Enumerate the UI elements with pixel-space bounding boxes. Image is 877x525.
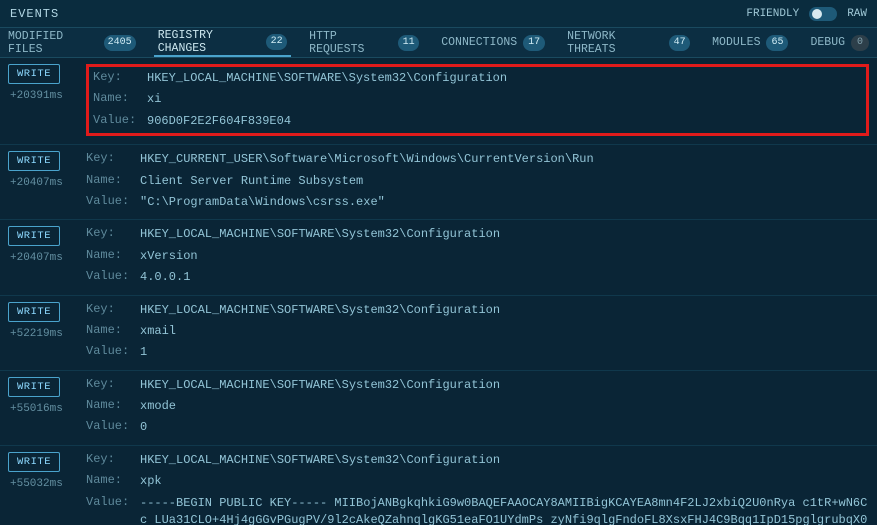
row-meta: WRITE +55016ms <box>8 377 80 437</box>
view-toggle-group: FRIENDLY RAW <box>746 7 867 21</box>
registry-event-row: WRITE +20391ms Key:HKEY_LOCAL_MACHINE\SOFT… <box>0 58 877 145</box>
tab-count-badge: 2405 <box>104 35 136 51</box>
value-label: Value: <box>86 495 136 525</box>
row-details: Key:HKEY_LOCAL_MACHINE\SOFTWARE\System32… <box>86 226 869 286</box>
timestamp: +55032ms <box>8 478 63 490</box>
row-details: Key:HKEY_LOCAL_MACHINE\SOFTWARE\System32… <box>86 64 869 136</box>
registry-event-row: WRITE +55016ms Key:HKEY_LOCAL_MACHINE\SOFT… <box>0 371 877 446</box>
toggle-knob <box>812 9 822 19</box>
registry-key-value: HKEY_CURRENT_USER\Software\Microsoft\Win… <box>140 151 869 168</box>
panel-header: EVENTS FRIENDLY RAW <box>0 0 877 28</box>
tab-label: MODIFIED FILES <box>8 30 98 56</box>
registry-name-value: xVersion <box>140 248 869 265</box>
registry-value-value: 1 <box>140 344 869 361</box>
key-label: Key: <box>86 302 136 319</box>
registry-key-value: HKEY_LOCAL_MACHINE\SOFTWARE\System32\Con… <box>147 70 862 87</box>
registry-value-value: -----BEGIN PUBLIC KEY----- MIIBojANBgkqh… <box>140 495 869 525</box>
event-list[interactable]: WRITE+20391msKey:HKEY_LOCAL_MACHINE\SOFT… <box>0 58 877 525</box>
tab-count-badge: 11 <box>398 35 419 51</box>
value-label: Value: <box>86 344 136 361</box>
tab-bar: MODIFIED FILES 2405 REGISTRY CHANGES 22 HTTP… <box>0 28 877 58</box>
operation-badge[interactable]: WRITE <box>8 151 60 171</box>
tab-debug[interactable]: DEBUG 0 <box>806 28 873 57</box>
tab-network-threats[interactable]: NETWORK THREATS 47 <box>563 28 694 57</box>
tab-label: HTTP REQUESTS <box>309 30 392 56</box>
view-raw-label[interactable]: RAW <box>847 8 867 20</box>
row-details: Key:HKEY_LOCAL_MACHINE\SOFTWARE\System32… <box>86 452 869 525</box>
row-details: Key:HKEY_LOCAL_MACHINE\SOFTWARE\System32… <box>86 302 869 362</box>
tab-count-badge: 17 <box>523 35 545 51</box>
registry-key-value: HKEY_LOCAL_MACHINE\SOFTWARE\System32\Con… <box>140 377 869 394</box>
timestamp: +20391ms <box>8 90 63 102</box>
registry-key-value: HKEY_LOCAL_MACHINE\SOFTWARE\System32\Con… <box>140 302 869 319</box>
registry-value-value: 4.0.0.1 <box>140 269 869 286</box>
registry-event-row: WRITE +20407ms Key:HKEY_CURRENT_USER\Softw… <box>0 145 877 220</box>
row-meta: WRITE +52219ms <box>8 302 80 362</box>
row-meta: WRITE +20407ms <box>8 226 80 286</box>
timestamp: +55016ms <box>8 403 63 415</box>
value-label: Value: <box>93 113 143 130</box>
registry-name-value: xi <box>147 91 862 108</box>
tab-label: NETWORK THREATS <box>567 30 663 56</box>
registry-name-value: Client Server Runtime Subsystem <box>140 173 869 190</box>
tab-count-badge: 0 <box>851 35 869 51</box>
row-meta: WRITE +55032ms <box>8 452 80 525</box>
operation-badge[interactable]: WRITE <box>8 377 60 397</box>
row-details: Key:HKEY_LOCAL_MACHINE\SOFTWARE\System32… <box>86 377 869 437</box>
timestamp: +52219ms <box>8 328 63 340</box>
tab-modules[interactable]: MODULES 65 <box>708 28 792 57</box>
registry-event-row: WRITE +52219ms Key:HKEY_LOCAL_MACHINE\SOFT… <box>0 296 877 371</box>
value-label: Value: <box>86 419 136 436</box>
tab-count-badge: 65 <box>766 35 788 51</box>
name-label: Name: <box>86 248 136 265</box>
tab-modified-files[interactable]: MODIFIED FILES 2405 <box>4 28 140 57</box>
registry-event-row: WRITE +20407ms Key:HKEY_LOCAL_MACHINE\SOFT… <box>0 220 877 295</box>
registry-event-row: WRITE +55032ms Key:HKEY_LOCAL_MACHINE\SOFT… <box>0 446 877 525</box>
panel-title: EVENTS <box>10 7 59 21</box>
tab-registry-changes[interactable]: REGISTRY CHANGES 22 <box>154 28 291 57</box>
operation-badge[interactable]: WRITE <box>8 64 60 84</box>
name-label: Name: <box>86 173 136 190</box>
name-label: Name: <box>86 398 136 415</box>
registry-name-value: xmode <box>140 398 869 415</box>
key-label: Key: <box>93 70 143 87</box>
registry-value-value: 0 <box>140 419 869 436</box>
key-label: Key: <box>86 151 136 168</box>
registry-key-value: HKEY_LOCAL_MACHINE\SOFTWARE\System32\Con… <box>140 226 869 243</box>
registry-name-value: xmail <box>140 323 869 340</box>
tab-count-badge: 47 <box>669 35 690 51</box>
key-label: Key: <box>86 377 136 394</box>
timestamp: +20407ms <box>8 177 63 189</box>
registry-key-value: HKEY_LOCAL_MACHINE\SOFTWARE\System32\Con… <box>140 452 869 469</box>
value-label: Value: <box>86 194 136 211</box>
registry-value-value: 906D0F2E2F604F839E04 <box>147 113 862 130</box>
name-label: Name: <box>93 91 143 108</box>
name-label: Name: <box>86 473 136 490</box>
value-label: Value: <box>86 269 136 286</box>
tab-label: DEBUG <box>810 36 845 49</box>
registry-name-value: xpk <box>140 473 869 490</box>
view-friendly-label[interactable]: FRIENDLY <box>746 8 799 20</box>
tab-label: MODULES <box>712 36 760 49</box>
key-label: Key: <box>86 226 136 243</box>
row-details: Key:HKEY_CURRENT_USER\Software\Microsoft… <box>86 151 869 211</box>
tab-label: REGISTRY CHANGES <box>158 29 260 55</box>
timestamp: +20407ms <box>8 252 63 264</box>
key-label: Key: <box>86 452 136 469</box>
tab-connections[interactable]: CONNECTIONS 17 <box>437 28 549 57</box>
row-meta: WRITE +20407ms <box>8 151 80 211</box>
tab-http-requests[interactable]: HTTP REQUESTS 11 <box>305 28 423 57</box>
registry-value-value: "C:\ProgramData\Windows\csrss.exe" <box>140 194 869 211</box>
tab-label: CONNECTIONS <box>441 36 517 49</box>
tab-count-badge: 22 <box>266 34 287 50</box>
operation-badge[interactable]: WRITE <box>8 452 60 472</box>
operation-badge[interactable]: WRITE <box>8 226 60 246</box>
row-meta: WRITE +20391ms <box>8 64 80 136</box>
operation-badge[interactable]: WRITE <box>8 302 60 322</box>
name-label: Name: <box>86 323 136 340</box>
view-toggle[interactable] <box>809 7 837 21</box>
